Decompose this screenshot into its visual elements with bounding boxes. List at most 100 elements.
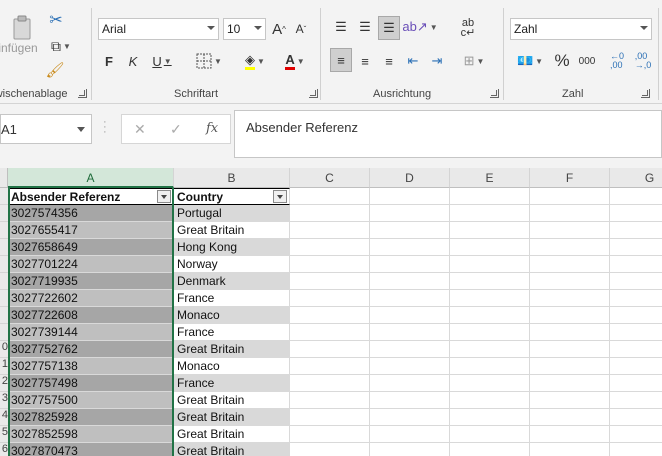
increase-indent-button[interactable]: ⇥ bbox=[426, 50, 448, 72]
cell[interactable] bbox=[290, 222, 370, 239]
cell[interactable] bbox=[610, 409, 662, 426]
borders-button[interactable]: ▼ bbox=[192, 52, 226, 70]
cell-reference[interactable]: 3027825928 bbox=[8, 409, 174, 426]
cancel-icon[interactable]: ✕ bbox=[134, 121, 146, 138]
row-header[interactable]: 5 bbox=[0, 426, 8, 443]
cell[interactable] bbox=[290, 392, 370, 409]
cell-country[interactable]: Norway bbox=[174, 256, 290, 273]
cell[interactable] bbox=[610, 426, 662, 443]
decrease-decimal-button[interactable]: ,00 →,0 bbox=[632, 50, 654, 72]
cell[interactable] bbox=[370, 273, 450, 290]
cell-reference[interactable]: 3027658649 bbox=[8, 239, 174, 256]
font-launcher-icon[interactable] bbox=[309, 89, 318, 98]
cell-country[interactable]: Denmark bbox=[174, 273, 290, 290]
cell[interactable] bbox=[290, 290, 370, 307]
cell[interactable] bbox=[370, 239, 450, 256]
cell[interactable] bbox=[610, 188, 662, 205]
cell[interactable] bbox=[610, 375, 662, 392]
cell-country[interactable]: Great Britain bbox=[174, 341, 290, 358]
number-launcher-icon[interactable] bbox=[641, 89, 650, 98]
cell[interactable] bbox=[290, 205, 370, 222]
select-all-corner[interactable] bbox=[0, 168, 8, 188]
cell[interactable] bbox=[450, 205, 530, 222]
cell[interactable] bbox=[530, 307, 610, 324]
cell[interactable] bbox=[530, 324, 610, 341]
cell[interactable] bbox=[530, 392, 610, 409]
cell-reference[interactable]: 3027752762 bbox=[8, 341, 174, 358]
cell[interactable] bbox=[450, 256, 530, 273]
cell[interactable] bbox=[530, 409, 610, 426]
row-header[interactable] bbox=[0, 256, 8, 273]
number-format-dropdown[interactable]: Zahl bbox=[510, 18, 652, 40]
align-bottom-button[interactable]: ☰ bbox=[378, 16, 400, 40]
percent-button[interactable]: % bbox=[552, 50, 572, 72]
row-header[interactable]: 3 bbox=[0, 392, 8, 409]
cell[interactable] bbox=[370, 324, 450, 341]
row-header[interactable] bbox=[0, 273, 8, 290]
align-left-button[interactable]: ≡ bbox=[330, 48, 352, 72]
align-middle-button[interactable]: ☰ bbox=[354, 16, 376, 38]
currency-format-button[interactable]: 💶 ▼ bbox=[512, 50, 548, 72]
font-color-button[interactable]: A ▼ bbox=[278, 50, 312, 72]
font-name-dropdown[interactable]: Arial bbox=[98, 18, 219, 40]
cell[interactable] bbox=[610, 273, 662, 290]
cell[interactable] bbox=[610, 222, 662, 239]
name-box[interactable]: A1 bbox=[0, 114, 92, 144]
cell[interactable] bbox=[370, 307, 450, 324]
cell[interactable] bbox=[530, 188, 610, 205]
row-header[interactable]: 2 bbox=[0, 375, 8, 392]
cell-country[interactable]: Great Britain bbox=[174, 443, 290, 456]
cell[interactable] bbox=[530, 341, 610, 358]
decrease-indent-button[interactable]: ⇤ bbox=[402, 50, 424, 72]
cell-country[interactable]: France bbox=[174, 375, 290, 392]
cell[interactable] bbox=[530, 273, 610, 290]
cell[interactable] bbox=[530, 426, 610, 443]
cell[interactable] bbox=[290, 358, 370, 375]
row-header[interactable] bbox=[0, 324, 8, 341]
cell[interactable] bbox=[610, 256, 662, 273]
cell[interactable] bbox=[530, 375, 610, 392]
shrink-font-button[interactable]: Aˇ bbox=[292, 18, 310, 40]
cell[interactable] bbox=[610, 392, 662, 409]
paste-button[interactable]: Einfügen bbox=[0, 10, 44, 60]
align-right-button[interactable]: ≡ bbox=[378, 50, 400, 72]
row-header[interactable] bbox=[0, 307, 8, 324]
orientation-button[interactable]: ab↗ ▼ bbox=[402, 16, 437, 38]
align-top-button[interactable]: ☰ bbox=[330, 16, 352, 38]
cell-reference[interactable]: 3027722602 bbox=[8, 290, 174, 307]
cell-reference[interactable]: 3027757500 bbox=[8, 392, 174, 409]
bold-button[interactable]: F bbox=[100, 52, 118, 70]
cell[interactable] bbox=[370, 358, 450, 375]
copy-button[interactable]: ⧉ ▼ bbox=[44, 36, 78, 56]
formula-bar-grip-icon[interactable]: · · · bbox=[103, 117, 107, 138]
italic-button[interactable]: K bbox=[124, 52, 142, 70]
cell[interactable] bbox=[530, 222, 610, 239]
cell[interactable] bbox=[290, 188, 370, 205]
cell-country[interactable]: Great Britain bbox=[174, 392, 290, 409]
cell[interactable] bbox=[450, 443, 530, 456]
row-header[interactable] bbox=[0, 188, 8, 205]
wrap-text-button[interactable]: ab c↵ bbox=[456, 16, 480, 40]
cell[interactable] bbox=[290, 273, 370, 290]
cell-reference[interactable]: 3027852598 bbox=[8, 426, 174, 443]
cell[interactable] bbox=[610, 341, 662, 358]
cell[interactable] bbox=[450, 222, 530, 239]
cell[interactable] bbox=[290, 239, 370, 256]
cell-reference[interactable]: 3027757498 bbox=[8, 375, 174, 392]
cell[interactable] bbox=[450, 239, 530, 256]
column-header-d[interactable]: D bbox=[370, 168, 450, 188]
clipboard-launcher-icon[interactable] bbox=[78, 89, 87, 98]
cell-reference[interactable]: 3027757138 bbox=[8, 358, 174, 375]
name-box-dropdown-icon[interactable] bbox=[77, 127, 85, 132]
cell[interactable] bbox=[610, 443, 662, 456]
row-header[interactable] bbox=[0, 205, 8, 222]
format-painter-button[interactable]: 🖌 bbox=[44, 60, 66, 80]
cell[interactable] bbox=[370, 222, 450, 239]
cell-reference[interactable]: 3027574356 bbox=[8, 205, 174, 222]
cell[interactable] bbox=[450, 341, 530, 358]
cell-country[interactable]: France bbox=[174, 290, 290, 307]
cell[interactable] bbox=[610, 205, 662, 222]
cell-reference[interactable]: 3027719935 bbox=[8, 273, 174, 290]
formula-input[interactable]: Absender Referenz bbox=[234, 110, 662, 158]
cell[interactable] bbox=[450, 307, 530, 324]
